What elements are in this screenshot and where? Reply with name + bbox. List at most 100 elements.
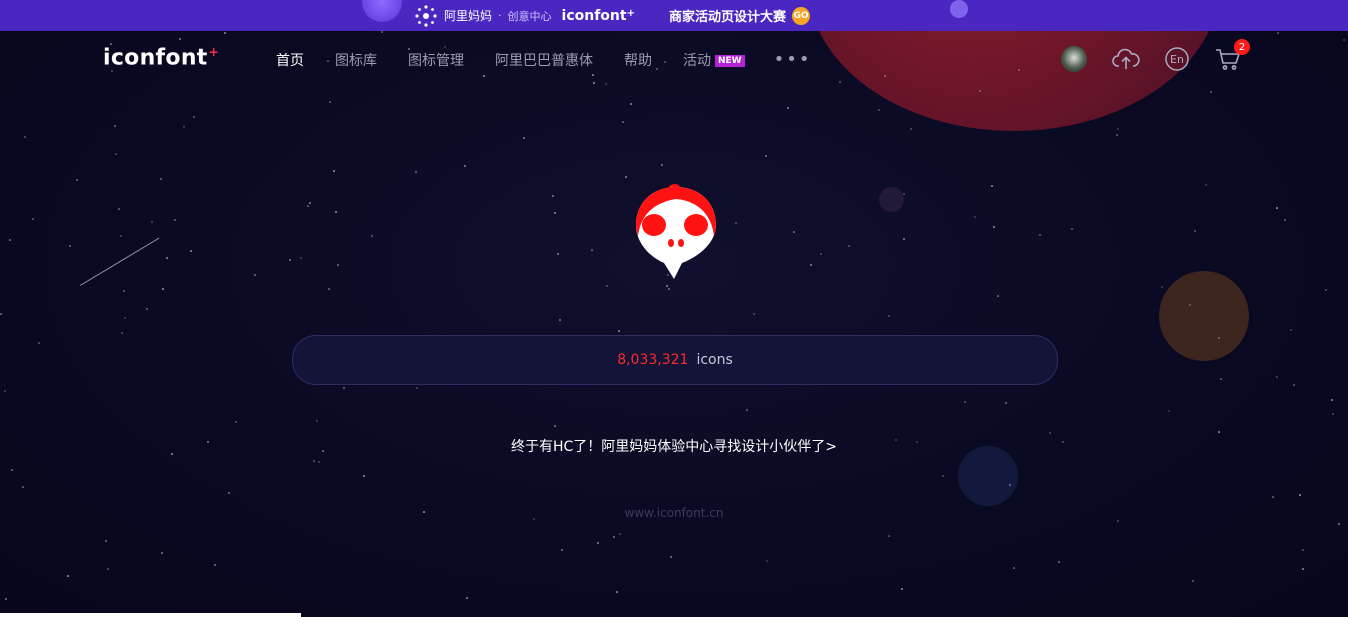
upload-cloud-icon[interactable] [1112,45,1140,73]
site-logo[interactable]: iconfont+ [103,45,219,70]
cart-count-badge: 2 [1234,39,1250,55]
promo-alimama: 阿里妈妈 [444,9,493,23]
nav-item-home[interactable]: 首页 [276,50,304,70]
star-decoration [661,164,663,166]
star-decoration [1343,39,1345,41]
star-decoration [5,598,7,600]
star-decoration [416,387,418,389]
main-nav: 首页 图标库 图标管理 阿里巴巴普惠体 帮助 活动 NEW ••• [276,49,811,70]
nav-item-activity[interactable]: 活动 NEW [683,50,745,70]
star-decoration [183,126,185,128]
star-decoration [115,153,117,155]
star-decoration [118,208,120,210]
star-decoration [793,231,795,233]
star-decoration [670,556,672,558]
star-decoration [328,288,330,290]
star-decoration [597,542,599,544]
star-decoration [120,235,122,237]
star-decoration [466,597,468,599]
star-decoration [32,218,34,220]
star-decoration [318,461,320,463]
star-decoration [1331,399,1333,401]
star-decoration [193,116,195,118]
star-decoration [1302,568,1304,570]
star-decoration [9,239,11,241]
star-decoration [554,212,556,214]
star-decoration [161,552,163,554]
avatar[interactable] [1061,46,1087,72]
star-decoration [878,109,880,111]
promo-subtitle: 创意中心 [507,9,552,23]
star-decoration [38,342,40,344]
star-decoration [910,128,912,130]
star-decoration [605,83,607,85]
star-decoration [765,155,767,157]
star-decoration [1205,184,1207,186]
svg-text:En: En [1170,53,1184,66]
star-decoration [235,421,237,423]
star-decoration [214,564,216,566]
nav-item-alibaba-font[interactable]: 阿里巴巴普惠体 [495,50,593,70]
promo-brand: iconfont+ [561,7,635,24]
star-decoration [371,235,373,237]
star-decoration [22,486,24,488]
star-decoration [1299,494,1301,496]
star-decoration [557,253,559,255]
star-decoration [1332,413,1334,415]
star-decoration [1018,69,1020,71]
star-decoration [160,178,162,180]
star-decoration [974,216,976,218]
star-decoration [313,460,315,462]
star-decoration [1220,378,1222,380]
nav-item-help[interactable]: 帮助 [624,50,652,70]
star-decoration [552,195,554,197]
promo-go-button[interactable]: GO [791,6,810,25]
star-decoration [1005,402,1007,404]
star-decoration [483,75,485,77]
site-url: www.iconfont.cn [624,506,724,520]
star-decoration [254,274,256,276]
language-en-icon[interactable]: En [1163,45,1191,73]
star-decoration [4,390,6,392]
star-decoration [1218,431,1220,433]
star-decoration [901,588,903,590]
star-decoration [666,285,668,287]
star-decoration [121,332,123,334]
star-decoration [1272,496,1274,498]
shooting-star-decoration [80,237,160,286]
star-decoration [1009,484,1011,486]
hero-stage: iconfont+ 首页 图标库 图标管理 阿里巴巴普惠体 帮助 活动 NEW •… [0,31,1348,617]
star-decoration [107,568,109,570]
star-decoration [1338,523,1340,525]
star-decoration [224,32,226,34]
star-decoration [888,315,890,317]
icon-search-bar[interactable]: 8,033,321 icons [292,335,1058,385]
nav-item-icon-management[interactable]: 图标管理 [408,50,464,70]
promo-title: 商家活动页设计大赛 [668,10,786,25]
star-decoration [1168,410,1170,412]
star-decoration [625,176,627,178]
star-decoration [1039,234,1041,236]
star-decoration [1284,219,1286,221]
star-decoration [810,264,812,266]
more-menu-icon[interactable]: ••• [774,49,812,70]
star-decoration [997,295,999,297]
cart-icon[interactable]: 2 [1214,39,1250,73]
star-decoration [964,401,966,403]
star-decoration [124,317,126,319]
promo-orb-decoration [950,0,968,18]
star-decoration [0,313,2,315]
recruitment-announcement-link[interactable]: 终于有HC了！阿里妈妈体验中心寻找设计小伙伴了> [0,436,1348,456]
promo-banner[interactable]: 阿里妈妈 · 创意中心 iconfont+ 商家活动页设计大赛 GO [0,0,1348,31]
star-decoration [69,245,71,247]
nav-item-icon-library[interactable]: 图标库 [335,50,377,70]
star-decoration [903,193,905,195]
star-decoration [787,107,789,109]
star-decoration [616,591,618,593]
star-decoration [993,226,995,228]
star-decoration [1049,432,1051,434]
star-decoration [606,285,608,287]
star-decoration [1218,337,1220,339]
star-decoration [593,82,595,84]
skull-mascot-icon [636,184,716,279]
